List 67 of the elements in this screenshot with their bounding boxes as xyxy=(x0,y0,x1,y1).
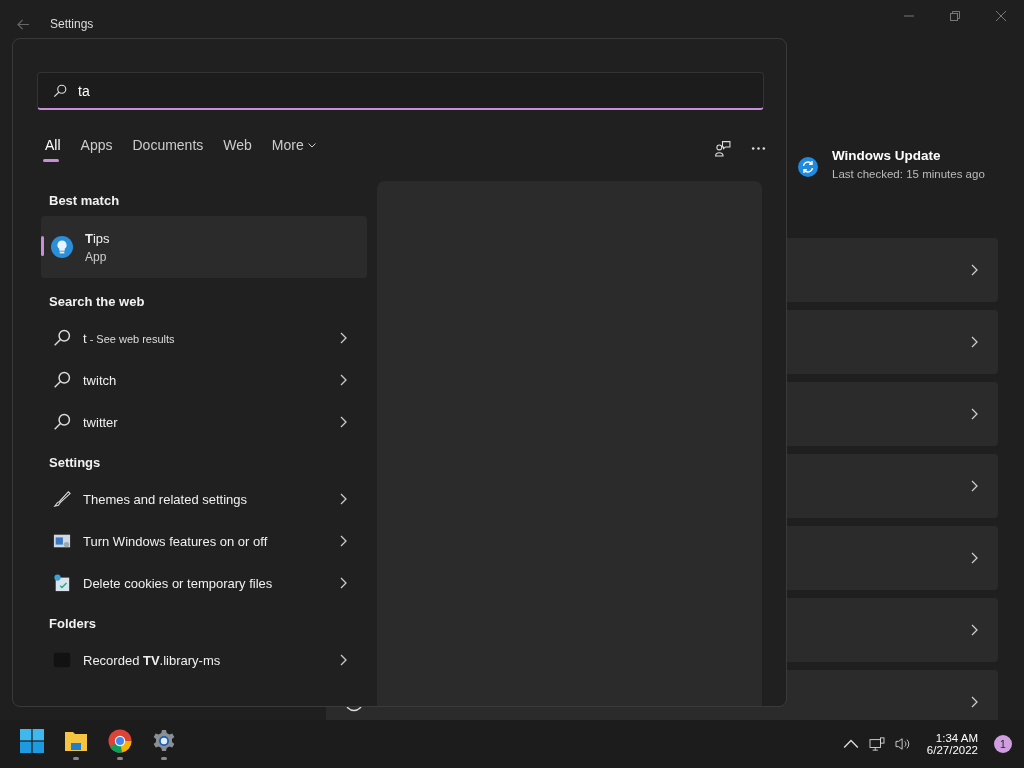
chevron-right-icon xyxy=(339,577,347,589)
result-title: Delete cookies or temporary files xyxy=(83,575,273,591)
chevron-right-icon xyxy=(970,336,978,348)
update-status: Last checked: 15 minutes ago xyxy=(832,168,985,180)
network-icon[interactable] xyxy=(868,737,885,751)
result-hint: - See web results xyxy=(89,332,175,345)
filter-tab[interactable]: More xyxy=(263,133,324,163)
chevron-right-icon xyxy=(339,416,347,428)
search-icon xyxy=(53,371,71,389)
chevron-up-icon[interactable] xyxy=(842,737,859,751)
chevron-right-icon xyxy=(970,696,978,708)
lightbulb-icon xyxy=(51,236,73,258)
chevron-right-icon xyxy=(970,264,978,276)
section-heading: Folders xyxy=(48,615,97,633)
chevron-right-icon xyxy=(970,552,978,564)
result-title: Recorded TV.library-ms xyxy=(83,652,221,668)
window-features-icon xyxy=(53,532,71,550)
back-arrow-icon[interactable] xyxy=(17,18,30,30)
update-title: Windows Update xyxy=(832,148,942,163)
speaker-icon[interactable] xyxy=(894,737,911,751)
result-item[interactable]: Themes and related settings xyxy=(41,478,367,520)
chevron-right-icon xyxy=(339,535,347,547)
filter-tab[interactable]: All xyxy=(37,133,69,163)
result-item[interactable]: Turn Windows features on or off xyxy=(41,520,367,562)
section-heading: Settings xyxy=(48,454,102,472)
restore-icon[interactable] xyxy=(950,11,960,21)
start-icon[interactable] xyxy=(20,728,44,753)
result-item[interactable]: Tips App xyxy=(41,216,367,278)
chevron-right-icon xyxy=(339,374,347,386)
gear-icon[interactable] xyxy=(152,728,176,753)
chevron-right-icon xyxy=(339,332,347,344)
people-chat-icon[interactable] xyxy=(714,139,731,157)
result-title: twitch xyxy=(83,372,117,388)
result-item[interactable]: twitter xyxy=(41,401,367,443)
result-title: t xyxy=(83,330,87,346)
chevron-right-icon xyxy=(970,624,978,636)
section-heading: Best match xyxy=(48,192,121,210)
checklist-icon xyxy=(53,574,71,592)
result-item[interactable]: t - See web results xyxy=(41,317,367,359)
search-icon xyxy=(53,84,67,98)
result-item[interactable]: Recorded TV.library-ms xyxy=(41,639,367,681)
brush-icon xyxy=(53,490,71,508)
result-item[interactable]: Delete cookies or temporary files xyxy=(41,562,367,604)
clock[interactable]: 1:34 AM 6/27/2022 xyxy=(920,732,984,756)
result-item[interactable]: twitch xyxy=(41,359,367,401)
search-icon xyxy=(53,329,71,347)
chevron-right-icon xyxy=(339,493,347,505)
search-icon xyxy=(53,413,71,431)
chevron-right-icon xyxy=(970,480,978,492)
result-type: App xyxy=(85,249,108,264)
chevron-right-icon xyxy=(339,654,347,666)
browser-icon[interactable] xyxy=(108,728,132,753)
close-icon[interactable] xyxy=(996,11,1006,21)
filter-tab[interactable]: Web xyxy=(215,133,260,163)
chevron-right-icon xyxy=(970,408,978,420)
filter-tab[interactable]: Apps xyxy=(72,133,121,163)
result-title: Themes and related settings xyxy=(83,491,248,507)
filter-tab[interactable]: Documents xyxy=(124,133,212,163)
search-field[interactable]: ta xyxy=(37,72,764,110)
section-heading: Search the web xyxy=(48,293,146,311)
window-title: Settings xyxy=(50,17,94,31)
sync-icon xyxy=(798,157,818,177)
result-title: twitter xyxy=(83,414,118,430)
caret-icon xyxy=(307,142,316,148)
notification-badge[interactable]: 1 xyxy=(994,735,1012,753)
result-title: Turn Windows features on or off xyxy=(83,533,268,549)
result-title: Tips xyxy=(85,230,110,246)
